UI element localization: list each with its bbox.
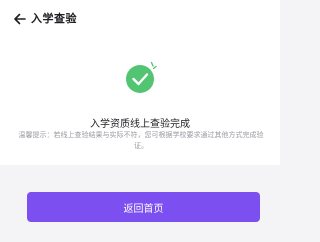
top-bar: 入学查验 <box>0 0 280 38</box>
back-button[interactable] <box>12 11 28 27</box>
return-home-button[interactable]: 返回首页 <box>27 192 260 222</box>
result-card: 入学资质线上查验完成 温馨提示：若线上查验结果与实际不符，您可根据学校要求通过其… <box>0 38 280 165</box>
result-title: 入学资质线上查验完成 <box>90 119 190 130</box>
arrow-left-icon <box>14 13 26 25</box>
check-circle-icon <box>126 61 157 93</box>
result-note: 温馨提示：若线上查验结果与实际不符，您可根据学校要求通过其他方式完成验证。 <box>18 131 264 150</box>
page-title: 入学查验 <box>31 12 77 25</box>
